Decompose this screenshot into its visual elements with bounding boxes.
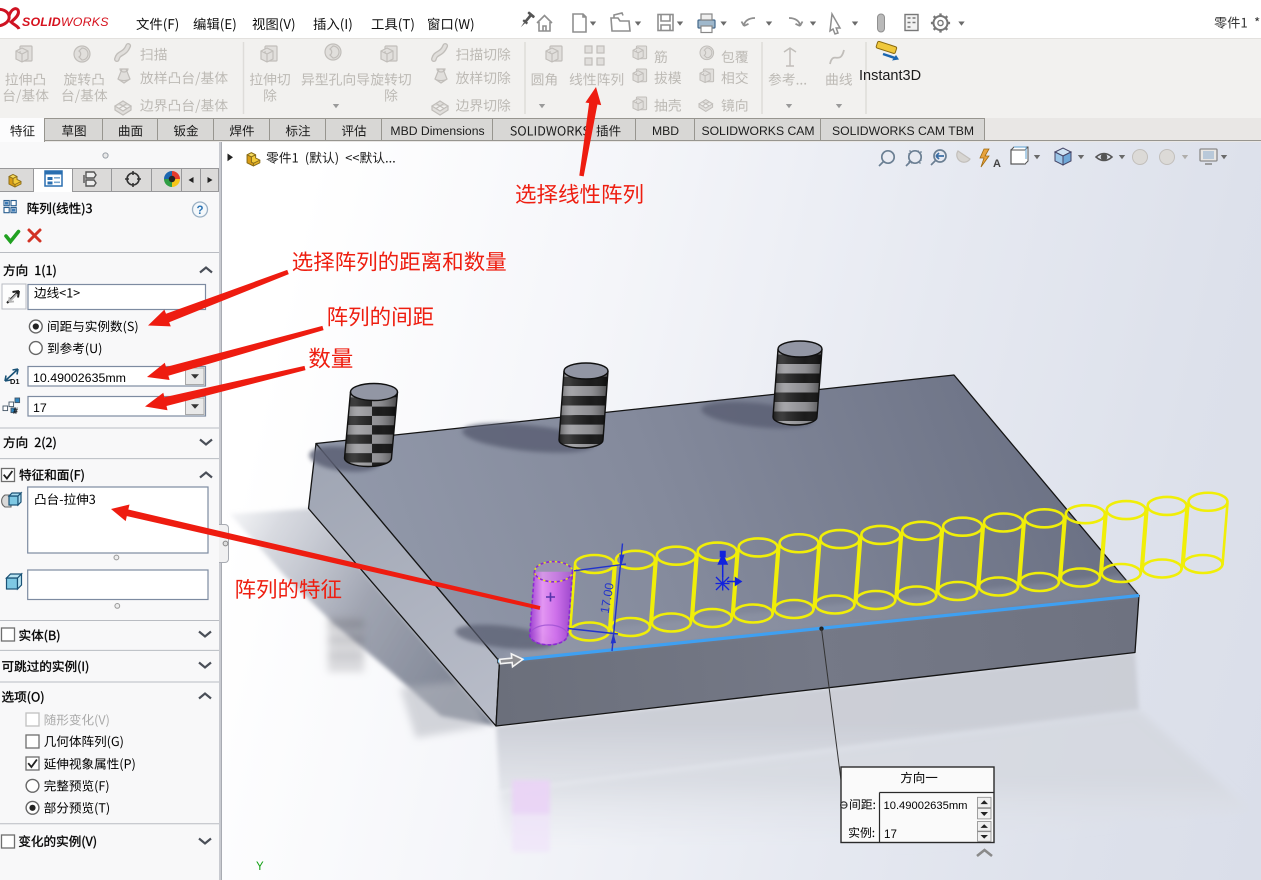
svg-text:#: # (13, 406, 18, 416)
svg-text:A: A (993, 158, 1001, 170)
svg-text:?: ? (196, 205, 203, 217)
svg-text:D1: D1 (10, 377, 20, 386)
